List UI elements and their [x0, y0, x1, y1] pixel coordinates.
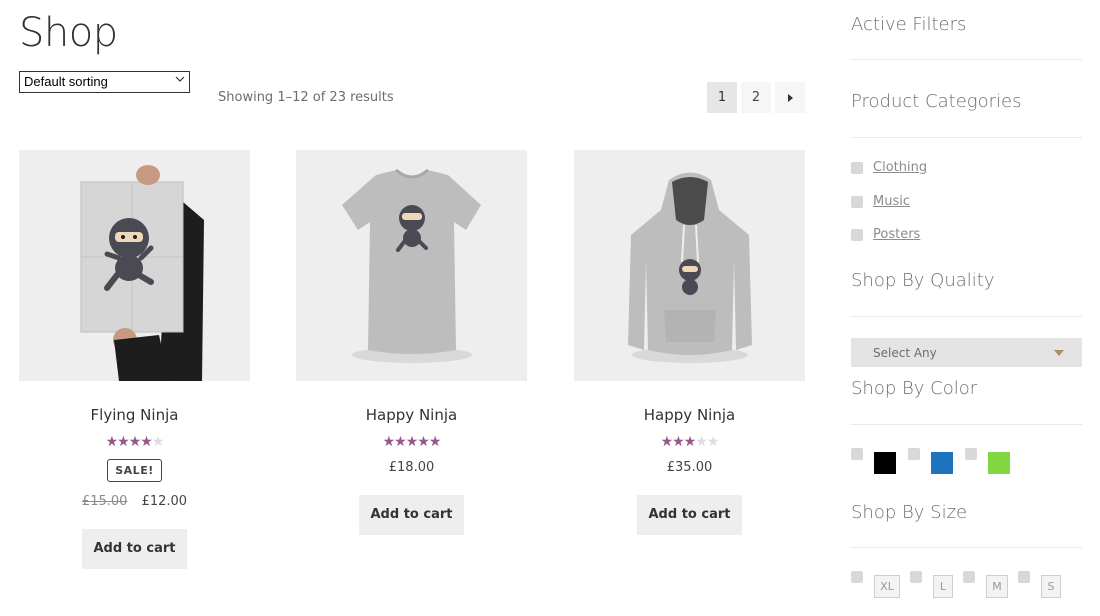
sidebar: Active Filters Product Categories Clothi…: [851, 0, 1082, 616]
product-image-hoodie[interactable]: [574, 150, 805, 381]
page-link-1[interactable]: 1: [707, 82, 737, 113]
sorting-select[interactable]: Default sorting: [19, 71, 190, 93]
shop-by-color-title: Shop By Color: [851, 378, 978, 399]
pagination: 1 2: [707, 82, 805, 113]
color-swatch-black[interactable]: [874, 452, 896, 474]
add-to-cart-button[interactable]: Add to cart: [637, 495, 742, 535]
product-categories-title: Product Categories: [851, 91, 1022, 112]
color-swatch-blue[interactable]: [931, 452, 953, 474]
product-price: £15.00 £12.00: [19, 494, 250, 509]
color-checkbox[interactable]: [908, 448, 920, 460]
star-rating: ★★★★★ ★★★★★: [382, 434, 442, 450]
divider: [851, 316, 1082, 317]
sale-price: £12.00: [141, 494, 188, 509]
divider: [851, 547, 1082, 548]
add-to-cart-button[interactable]: Add to cart: [82, 529, 187, 569]
category-link[interactable]: Clothing: [873, 160, 927, 175]
caret-down-icon: [1054, 350, 1064, 356]
category-item-posters[interactable]: Posters: [851, 227, 920, 242]
next-arrow-icon: [787, 93, 793, 102]
size-checkbox[interactable]: [910, 571, 922, 583]
product-title[interactable]: Happy Ninja: [296, 406, 527, 424]
product-image-tshirt[interactable]: [296, 150, 527, 381]
category-checkbox[interactable]: [851, 228, 863, 241]
color-swatches: [851, 448, 1022, 474]
sorting-select-value: Default sorting: [24, 74, 108, 89]
size-checkbox[interactable]: [1018, 571, 1030, 583]
size-checkbox[interactable]: [851, 571, 863, 583]
color-checkbox[interactable]: [851, 448, 863, 460]
shop-by-size-title: Shop By Size: [851, 502, 968, 523]
sale-badge: SALE!: [107, 459, 162, 482]
category-checkbox[interactable]: [851, 195, 863, 208]
product-title[interactable]: Happy Ninja: [574, 406, 805, 424]
price: £18.00: [388, 460, 435, 475]
divider: [851, 59, 1082, 60]
star-rating: ★★★★★ ★★★★★: [660, 434, 720, 450]
shop-by-quality-title: Shop By Quality: [851, 270, 995, 291]
product-grid: Flying Ninja ★★★★★ ★★★★★ SALE! £15.00 £1…: [19, 150, 805, 590]
size-option-m[interactable]: M: [986, 575, 1008, 598]
size-option-l[interactable]: L: [933, 575, 953, 598]
product-card: Happy Ninja ★★★★★ ★★★★★ £18.00 Add to ca…: [296, 150, 527, 535]
active-filters-title: Active Filters: [851, 14, 967, 35]
category-item-clothing[interactable]: Clothing: [851, 160, 927, 175]
product-card: Happy Ninja ★★★★★ ★★★★★ £35.00 Add to ca…: [574, 150, 805, 535]
chevron-down-icon: [175, 74, 185, 87]
size-swatches: XL L M S: [851, 571, 1071, 598]
color-checkbox[interactable]: [965, 448, 977, 460]
divider: [851, 424, 1082, 425]
category-link[interactable]: Music: [873, 194, 910, 209]
category-item-music[interactable]: Music: [851, 194, 910, 209]
size-checkbox[interactable]: [963, 571, 975, 583]
product-card: Flying Ninja ★★★★★ ★★★★★ SALE! £15.00 £1…: [19, 150, 250, 569]
regular-price: £15.00: [81, 494, 128, 509]
product-title[interactable]: Flying Ninja: [19, 406, 250, 424]
quality-select-value: Select Any: [873, 346, 937, 360]
category-checkbox[interactable]: [851, 161, 863, 174]
size-option-s[interactable]: S: [1041, 575, 1061, 598]
page-title: Shop: [19, 10, 118, 56]
next-page-button[interactable]: [775, 82, 805, 113]
page-link-2[interactable]: 2: [741, 82, 771, 113]
size-option-xl[interactable]: XL: [874, 575, 900, 598]
price: £35.00: [666, 460, 713, 475]
category-link[interactable]: Posters: [873, 227, 920, 242]
product-image-poster[interactable]: [19, 150, 250, 381]
divider: [851, 137, 1082, 138]
add-to-cart-button[interactable]: Add to cart: [359, 495, 464, 535]
product-price: £18.00: [296, 460, 527, 475]
color-swatch-green[interactable]: [988, 452, 1010, 474]
product-price: £35.00: [574, 460, 805, 475]
star-rating: ★★★★★ ★★★★★: [105, 434, 165, 450]
main-content: Shop Default sorting Showing 1–12 of 23 …: [19, 0, 805, 616]
result-count: Showing 1–12 of 23 results: [218, 90, 394, 105]
quality-select[interactable]: Select Any: [851, 338, 1082, 367]
